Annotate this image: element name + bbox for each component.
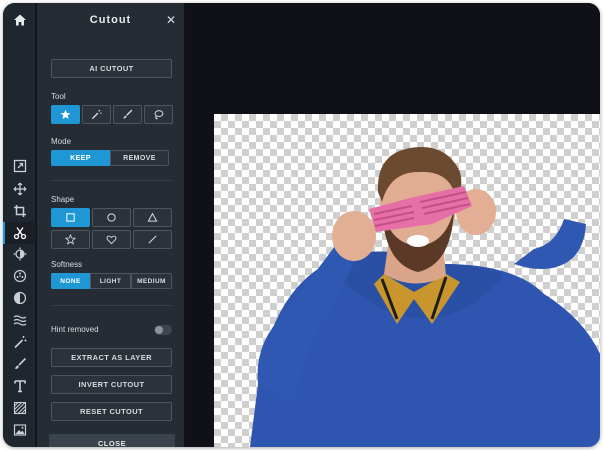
triangle-icon (147, 212, 158, 222)
brush-tool[interactable] (3, 353, 36, 375)
shape-heart-button[interactable] (92, 230, 131, 249)
resize-icon (13, 159, 26, 173)
transparent-layer[interactable] (214, 114, 600, 447)
tool-label: Tool (51, 92, 66, 101)
brush-icon (123, 109, 133, 119)
circle-icon (107, 213, 116, 222)
shape-label: Shape (51, 195, 75, 204)
shape-star-button[interactable] (51, 230, 90, 249)
section-divider (51, 305, 172, 306)
cutout-scissors-icon (13, 227, 26, 240)
magic-wand-icon (91, 109, 102, 120)
softness-medium-button[interactable]: MEDIUM (131, 273, 172, 289)
tool-rail (3, 3, 36, 447)
adjust-icon (13, 247, 26, 261)
toggle-knob (155, 326, 163, 334)
image-tool[interactable] (3, 419, 36, 441)
ai-cutout-button[interactable]: AI CUTOUT (51, 59, 172, 78)
mode-label: Mode (51, 137, 72, 146)
mode-segmented: KEEP REMOVE (51, 150, 169, 166)
tool-magic-wand[interactable] (82, 105, 111, 124)
cutout-panel: Cutout ✕ AI CUTOUT Tool Mode KEEP REMOVE… (37, 3, 184, 447)
shape-circle-button[interactable] (92, 208, 131, 227)
crop-icon (13, 205, 26, 217)
softness-light-button[interactable]: LIGHT (90, 273, 131, 289)
wave-tool[interactable] (3, 309, 36, 331)
wave-icon (13, 315, 26, 326)
reset-cutout-button[interactable]: RESET CUTOUT (51, 402, 172, 421)
mode-remove-button[interactable]: REMOVE (110, 150, 169, 166)
hint-removed-label: Hint removed (51, 325, 99, 334)
home-button[interactable] (3, 3, 36, 37)
app-window: Cutout ✕ AI CUTOUT Tool Mode KEEP REMOVE… (3, 3, 600, 447)
canvas-area[interactable] (185, 3, 600, 447)
softness-none-button[interactable]: NONE (51, 273, 90, 289)
crop-tool[interactable] (3, 200, 36, 222)
close-panel-button[interactable]: CLOSE (49, 434, 175, 447)
contrast-tool[interactable] (3, 287, 36, 309)
star-icon (65, 234, 76, 245)
move-tool[interactable] (3, 178, 36, 200)
texture-tool[interactable] (3, 397, 36, 419)
panel-title: Cutout (89, 14, 132, 26)
cutout-tool[interactable] (3, 222, 36, 244)
extract-as-layer-button[interactable]: EXTRACT AS LAYER (51, 348, 172, 367)
softness-segmented: NONE LIGHT MEDIUM (51, 273, 172, 289)
filter-icon (13, 269, 26, 283)
invert-cutout-button[interactable]: INVERT CUTOUT (51, 375, 172, 394)
panel-header: Cutout (37, 3, 184, 37)
heart-icon (106, 235, 117, 245)
softness-label: Softness (51, 260, 83, 269)
tool-lasso[interactable] (144, 105, 173, 124)
lasso-icon (154, 110, 164, 120)
star-select-icon (60, 109, 71, 119)
cutout-photo[interactable] (214, 114, 600, 447)
square-icon (66, 213, 75, 222)
shape-line-button[interactable] (133, 230, 172, 249)
text-icon (13, 380, 26, 393)
text-tool[interactable] (3, 375, 36, 397)
mode-keep-button[interactable]: KEEP (51, 150, 110, 166)
brush-icon (14, 357, 26, 369)
home-icon (13, 14, 26, 26)
wand-tool[interactable] (3, 331, 36, 353)
image-icon (13, 424, 26, 436)
resize-tool[interactable] (3, 155, 36, 177)
wand-icon (13, 336, 26, 349)
tool-brush[interactable] (113, 105, 142, 124)
filter-tool[interactable] (3, 265, 36, 287)
shape-triangle-button[interactable] (133, 208, 172, 227)
texture-icon (13, 401, 26, 415)
adjust-tool[interactable] (3, 243, 36, 265)
tool-star-select[interactable] (51, 105, 80, 124)
section-divider (51, 180, 172, 181)
contrast-icon (13, 291, 26, 305)
line-icon (148, 235, 157, 244)
close-icon[interactable]: ✕ (166, 13, 176, 27)
hint-removed-toggle[interactable] (154, 325, 172, 335)
shape-square-button[interactable] (51, 208, 90, 227)
move-icon (13, 182, 26, 196)
